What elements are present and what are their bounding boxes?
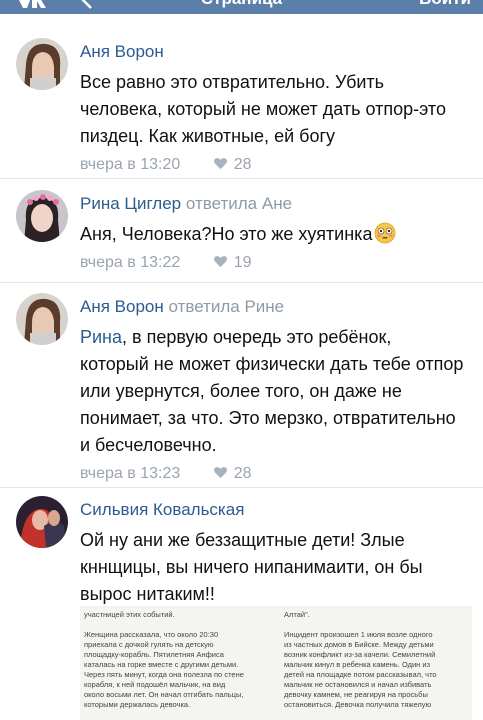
comment-author-line: Аня Ворон ответила Рине bbox=[80, 296, 465, 318]
divider bbox=[0, 178, 483, 179]
comment-author[interactable]: Сильвия Ковальская bbox=[80, 500, 244, 519]
comment-text: Ой ну ани же беззащитные дети! Злые кннщ… bbox=[80, 530, 423, 604]
attachment-text-right: Алтай". Инцидент произошел 1 июля возле … bbox=[284, 610, 437, 709]
page-title: Страница bbox=[0, 0, 483, 9]
reply-to-label[interactable]: ответила Рине bbox=[168, 297, 284, 316]
like-count: 19 bbox=[233, 254, 252, 271]
avatar[interactable] bbox=[16, 38, 68, 90]
divider bbox=[0, 487, 483, 488]
comment-meta: вчера в 13:23 28 bbox=[80, 463, 465, 485]
mention-link[interactable]: Рина bbox=[80, 327, 122, 347]
attached-image[interactable]: участницей этих событий. Женщина рассказ… bbox=[80, 606, 472, 720]
comment-author[interactable]: Рина Циглер bbox=[80, 194, 181, 213]
comment-time[interactable]: вчера в 13:22 bbox=[80, 252, 180, 274]
comment-time[interactable]: вчера в 13:20 bbox=[80, 154, 180, 176]
comment-author-line: Сильвия Ковальская bbox=[80, 499, 465, 521]
top-navigation-bar: Страница Войти bbox=[0, 0, 483, 14]
like-button[interactable]: 28 bbox=[213, 463, 252, 485]
attachment-text-left: участницей этих событий. Женщина рассказ… bbox=[84, 610, 244, 709]
divider bbox=[0, 282, 483, 283]
like-button[interactable]: 19 bbox=[213, 252, 252, 274]
comment-author[interactable]: Аня Ворон bbox=[80, 297, 164, 316]
comment-text-content: Аня, Человека?Но это же хуятинка bbox=[80, 224, 373, 244]
comment-text: Все равно это отвратительно. Убить челов… bbox=[80, 72, 446, 146]
avatar[interactable] bbox=[16, 190, 68, 242]
like-count: 28 bbox=[233, 156, 252, 173]
comment-text: Рина, в первую очередь это ребёнок, кото… bbox=[80, 324, 465, 459]
comment-text-content: , в первую очередь это ребёнок, который … bbox=[80, 327, 464, 455]
avatar[interactable] bbox=[16, 496, 68, 548]
like-button[interactable]: 28 bbox=[213, 154, 252, 176]
comment-author-line: Аня Ворон bbox=[80, 41, 465, 63]
comment-meta: вчера в 13:20 28 bbox=[80, 154, 465, 176]
like-count: 28 bbox=[233, 465, 252, 482]
reply-to-label[interactable]: ответила Ане bbox=[186, 194, 292, 213]
heart-icon bbox=[213, 256, 227, 268]
heart-icon bbox=[213, 467, 227, 479]
comment-time[interactable]: вчера в 13:23 bbox=[80, 463, 180, 485]
comment-author-line: Рина Циглер ответила Ане bbox=[80, 193, 465, 215]
heart-icon bbox=[213, 158, 227, 170]
comment-author[interactable]: Аня Ворон bbox=[80, 42, 164, 61]
flushed-face-emoji-icon bbox=[375, 222, 396, 244]
comment-text: Аня, Человека?Но это же хуятинка bbox=[80, 221, 465, 248]
avatar[interactable] bbox=[16, 293, 68, 345]
comment-meta: вчера в 13:22 19 bbox=[80, 252, 465, 274]
login-button[interactable]: Войти bbox=[419, 0, 471, 9]
